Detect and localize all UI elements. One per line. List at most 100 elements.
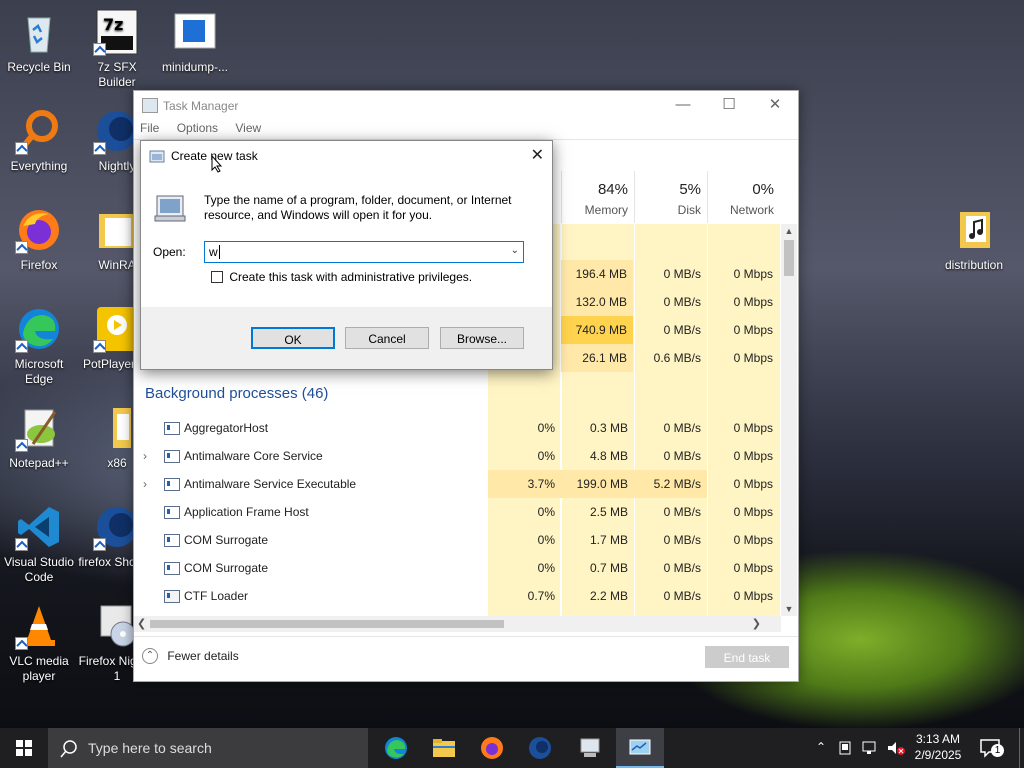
close-icon[interactable]: ✕ (531, 145, 544, 165)
desktop-icon-7z-sfx-builder[interactable]: 7z 7z SFX Builder (78, 8, 156, 90)
network-icon[interactable] (862, 740, 880, 756)
scroll-left-icon[interactable]: ❮ (137, 617, 146, 630)
admin-checkbox[interactable] (211, 270, 223, 283)
clock[interactable]: 3:13 AM 2/9/2025 (910, 731, 966, 763)
taskbar-edge[interactable] (372, 728, 420, 768)
menu-view[interactable]: View (235, 121, 261, 135)
edge-icon (15, 305, 63, 353)
scroll-right-icon[interactable]: ❯ (752, 617, 761, 630)
taskbar-remote-app[interactable] (566, 728, 614, 768)
desktop-icon-notepad-plus-plus[interactable]: Notepad++ (0, 404, 78, 471)
scrollbar-thumb[interactable] (784, 240, 794, 276)
desktop-icon-label: Firefox (20, 258, 58, 272)
horizontal-scrollbar[interactable]: ❮ ❯ (134, 616, 781, 632)
menu-file[interactable]: File (140, 121, 159, 135)
column-header-disk[interactable]: 5% Disk (634, 171, 707, 223)
minimize-icon[interactable]: — (660, 91, 706, 119)
desktop-icon-distribution[interactable]: distribution (935, 206, 1013, 273)
background-processes-header[interactable]: Background processes (46) (145, 385, 328, 402)
memory-cell: 4.8 MB (589, 449, 628, 463)
chevron-right-icon[interactable]: › (143, 470, 147, 498)
memory-cell: 196.4 MB (561, 260, 633, 288)
chevron-right-icon[interactable]: › (143, 442, 147, 470)
table-row[interactable]: › Antimalware Core Service 0% 4.8 MB 0 M… (134, 442, 777, 470)
column-header-network[interactable]: 0% Network (707, 171, 780, 223)
table-row[interactable]: AggregatorHost 0% 0.3 MB 0 MB/s 0 Mbps (134, 414, 777, 442)
volume-muted-icon[interactable] (886, 740, 906, 756)
taskbar-firefox-nightly[interactable] (516, 728, 564, 768)
end-task-button[interactable]: End task (705, 646, 789, 668)
desktop-icon-edge[interactable]: Microsoft Edge (0, 305, 78, 387)
scroll-down-icon[interactable]: ▼ (781, 604, 797, 614)
show-desktop-button[interactable] (1019, 728, 1024, 768)
cancel-button[interactable]: Cancel (345, 327, 429, 349)
vertical-scrollbar[interactable]: ▲ ▼ (781, 224, 797, 616)
table-row[interactable]: › Antimalware Service Executable 3.7% 19… (134, 470, 777, 498)
shortcut-arrow-icon (93, 340, 106, 353)
column-header-memory[interactable]: 84% Memory (561, 171, 634, 223)
7z-icon: 7z (93, 8, 141, 56)
dialog-titlebar[interactable]: Create new task ✕ (141, 141, 552, 172)
cpu-cell: 3.7% (488, 470, 561, 498)
table-row[interactable]: COM Surrogate 0% 1.7 MB 0 MB/s 0 Mbps (134, 526, 777, 554)
fewer-details-button[interactable]: ⌃ Fewer details (142, 648, 239, 664)
taskbar-task-manager[interactable] (616, 728, 664, 768)
notification-center-button[interactable]: 1 (980, 738, 1004, 761)
search-icon (60, 740, 77, 758)
menu-options[interactable]: Options (177, 121, 218, 135)
memory-percent: 84% (597, 181, 628, 198)
start-button[interactable] (0, 728, 48, 768)
computer-icon (580, 738, 600, 757)
folder-icon (433, 739, 455, 757)
process-name: Application Frame Host (184, 505, 309, 519)
music-folder-icon (950, 206, 998, 254)
desktop-icon-everything[interactable]: Everything (0, 107, 78, 174)
admin-checkbox-row[interactable]: Create this task with administrative pri… (211, 269, 472, 284)
taskbar-firefox[interactable] (468, 728, 516, 768)
process-name: COM Surrogate (184, 533, 269, 547)
ok-button[interactable]: OK (251, 327, 335, 349)
clock-time: 3:13 AM (915, 732, 961, 746)
desktop-icon-vscode[interactable]: Visual Studio Code (0, 503, 78, 585)
memory-cell: 199.0 MB (561, 470, 634, 498)
firefox-icon (481, 737, 503, 759)
disk-cell: 0 MB/s (663, 561, 701, 575)
disk-cell: 0 MB/s (663, 505, 701, 519)
open-combobox[interactable]: w ⌄ (204, 241, 524, 263)
shortcut-arrow-icon (15, 340, 28, 353)
close-icon[interactable]: ✕ (752, 91, 798, 119)
window-file-icon (171, 8, 219, 56)
desktop-icon-recycle-bin[interactable]: Recycle Bin (0, 8, 78, 75)
scroll-up-icon[interactable]: ▲ (781, 226, 797, 236)
horizontal-scrollbar-thumb[interactable] (150, 620, 504, 628)
browse-button[interactable]: Browse... (440, 327, 524, 349)
network-cell: 0 Mbps (733, 505, 773, 519)
notepad-plus-plus-icon (15, 404, 63, 452)
memory-cell: 2.2 MB (589, 589, 628, 603)
desktop-icon-label: Visual Studio Code (4, 555, 74, 584)
desktop-icon-vlc[interactable]: VLC media player (0, 602, 78, 684)
desktop-icon-label: Recycle Bin (7, 60, 71, 74)
open-input[interactable]: w (209, 245, 218, 259)
dialog-description: Type the name of a program, folder, docu… (204, 193, 512, 222)
search-box[interactable]: Type here to search (48, 728, 368, 768)
taskbar-file-explorer[interactable] (420, 728, 468, 768)
disk-percent: 5% (679, 181, 701, 198)
open-label: Open: (153, 245, 186, 259)
shortcut-arrow-icon (15, 538, 28, 551)
taskbar: Type here to search ⌃ 3:13 AM 2/9/2025 1 (0, 728, 1024, 768)
desktop-icon-minidump[interactable]: minidump-... (156, 8, 234, 75)
maximize-icon[interactable]: ☐ (706, 91, 752, 119)
device-icon[interactable] (838, 741, 852, 755)
shortcut-arrow-icon (15, 142, 28, 155)
table-row[interactable]: CTF Loader 0.7% 2.2 MB 0 MB/s 0 Mbps (134, 582, 777, 610)
task-manager-icon (142, 98, 158, 113)
desktop-icon-firefox[interactable]: Firefox (0, 206, 78, 273)
table-row[interactable]: COM Surrogate 0% 0.7 MB 0 MB/s 0 Mbps (134, 554, 777, 582)
chevron-up-icon[interactable]: ⌃ (816, 740, 826, 754)
table-row[interactable]: Application Frame Host 0% 2.5 MB 0 MB/s … (134, 498, 777, 526)
shortcut-arrow-icon (93, 538, 106, 551)
chevron-down-icon[interactable]: ⌄ (511, 245, 519, 256)
shortcut-arrow-icon (93, 142, 106, 155)
task-manager-titlebar[interactable]: Task Manager — ☐ ✕ (134, 91, 798, 119)
